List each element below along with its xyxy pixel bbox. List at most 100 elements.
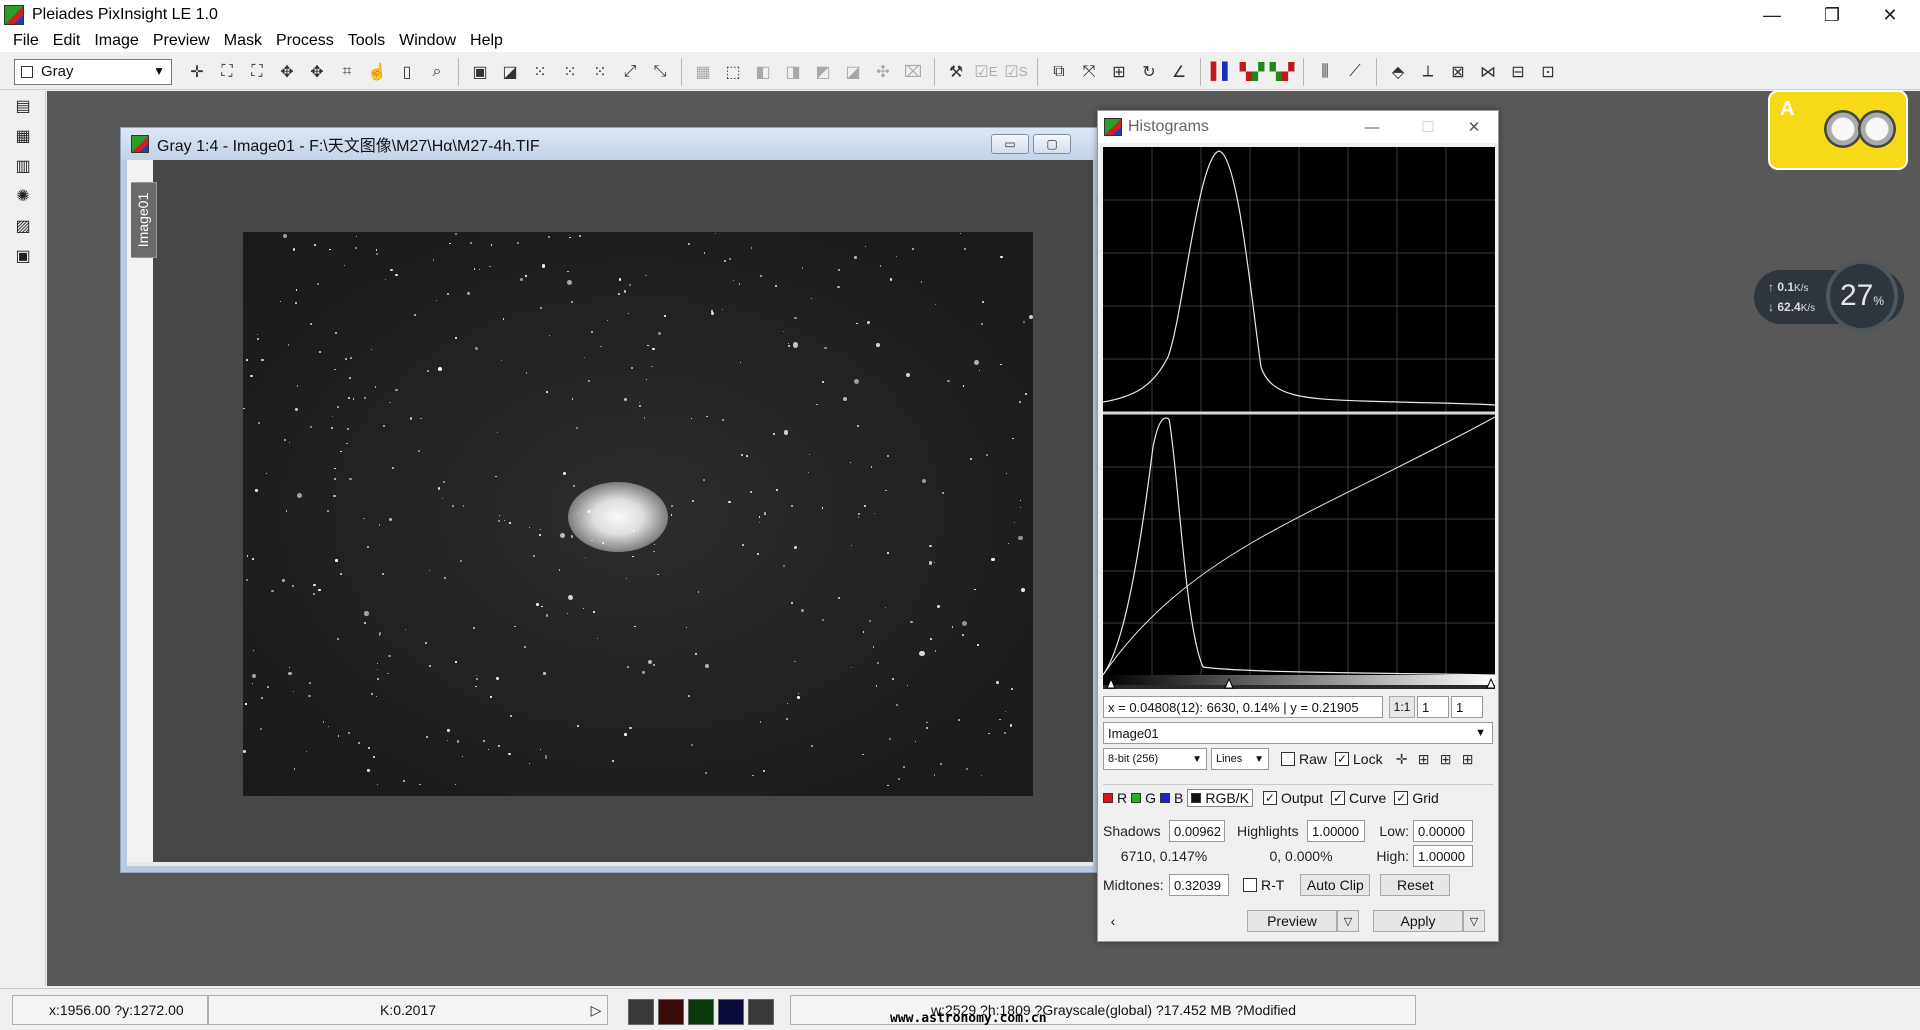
horizontal-zoom-field[interactable]: 1 (1417, 696, 1449, 718)
mode-e-icon[interactable]: ☑ E (973, 59, 999, 85)
stats-icon[interactable]: ⊟ (1505, 59, 1531, 85)
curve-checkbox[interactable]: ✓ Curve (1330, 790, 1386, 806)
lock-checkbox[interactable]: ✓ Lock (1335, 751, 1383, 767)
zoom-1-4-icon[interactable]: ⁙ (587, 59, 613, 85)
channel-g-button[interactable]: G (1131, 790, 1156, 806)
raw-checkbox[interactable]: Raw (1281, 751, 1327, 767)
histograms-window[interactable]: Histograms — ☐ ✕ x = 0.04808(12): 6630, … (1097, 110, 1499, 942)
mask-show-icon[interactable]: ◧ (750, 59, 776, 85)
histograms-close-button[interactable]: ✕ (1454, 115, 1494, 139)
menu-window[interactable]: Window (392, 30, 463, 52)
image-maximize-button[interactable]: ▢ (1033, 134, 1071, 154)
highlights-input[interactable]: 1.00000 (1307, 820, 1365, 842)
rgb-split-icon[interactable]: ▌ ▌ (1209, 59, 1235, 85)
histogram-panel-icon[interactable]: ▥ (0, 151, 46, 181)
rotate-icon[interactable]: ↻ (1136, 59, 1162, 85)
play-arrow-icon[interactable]: ▷ (584, 995, 608, 1025)
menu-preview[interactable]: Preview (146, 30, 217, 52)
histograms-titlebar[interactable]: Histograms — ☐ ✕ (1098, 111, 1498, 143)
mask-disable-icon[interactable]: ◪ (840, 59, 866, 85)
menu-mask[interactable]: Mask (217, 30, 269, 52)
menu-file[interactable]: File (6, 30, 46, 52)
mask-icon[interactable]: ▦ (690, 59, 716, 85)
preview-button[interactable]: Preview (1247, 910, 1337, 932)
rgb-combine-icon[interactable]: ▚ ▞ (1239, 59, 1265, 85)
view-id-tab[interactable]: Image01 (131, 182, 157, 258)
fit-view-icon[interactable]: ◪ (497, 59, 523, 85)
noise-reduction-icon[interactable]: ⊠ (1445, 59, 1471, 85)
shadows-input[interactable]: 0.00962 (1169, 820, 1225, 842)
mask-remove-icon[interactable]: ⌧ (900, 59, 926, 85)
crosshair-mode-icon[interactable]: ✛ (1393, 746, 1411, 772)
rgb-channels-icon[interactable]: ▚ ▞ (1269, 59, 1295, 85)
output-checkbox[interactable]: ✓ Output (1262, 790, 1323, 806)
crop-icon[interactable]: ⌗ (334, 59, 360, 85)
graph-style-select[interactable]: Lines ▼ (1211, 748, 1269, 770)
histograms-maximize-button[interactable]: ☐ (1408, 115, 1448, 139)
high-input[interactable]: 1.00000 (1413, 845, 1473, 867)
view-explorer-icon[interactable]: ▦ (0, 121, 46, 151)
transform-icon[interactable]: ⤧ (1076, 59, 1102, 85)
process-explorer-icon[interactable]: ▤ (0, 91, 46, 121)
zoom-out-icon[interactable]: ⛶ (244, 59, 270, 85)
new-preview-icon[interactable]: ▯ (394, 59, 420, 85)
resample-icon[interactable]: ⊞ (1106, 59, 1132, 85)
menu-tools[interactable]: Tools (341, 30, 392, 52)
star-mask-icon[interactable]: ⟂ (1415, 59, 1441, 85)
collapse-arrow-icon[interactable]: ‹ (1103, 910, 1123, 932)
zoom-in-icon[interactable]: ⛶ (214, 59, 240, 85)
apply-button[interactable]: Apply (1373, 910, 1463, 932)
vertical-zoom-field[interactable]: 1 (1451, 696, 1483, 718)
console-panel-icon[interactable]: ▣ (0, 241, 46, 271)
readout-panel-icon[interactable]: ✺ (0, 181, 46, 211)
mode-s-icon[interactable]: ☑ S (1003, 59, 1029, 85)
realtime-checkbox[interactable]: R-T (1243, 877, 1284, 893)
execute-icon[interactable]: ⚒ (943, 59, 969, 85)
apply-dropdown-icon[interactable]: ▽ (1463, 910, 1485, 932)
view-selector[interactable]: Gray ▼ (14, 58, 172, 85)
menu-help[interactable]: Help (463, 30, 510, 52)
process-console-icon[interactable]: ⊡ (1535, 59, 1561, 85)
close-button[interactable]: ✕ (1862, 0, 1918, 30)
grid-1-icon[interactable]: ⊞ (1415, 746, 1433, 772)
deconvolution-icon[interactable]: ⋈ (1475, 59, 1501, 85)
angle-icon[interactable]: ∠ (1166, 59, 1192, 85)
cpu-usage-ring[interactable]: 27% (1826, 260, 1898, 332)
low-input[interactable]: 0.00000 (1413, 820, 1473, 842)
histogram-view-select[interactable]: Image01 ▼ (1103, 722, 1493, 744)
mask-select-icon[interactable]: ✣ (870, 59, 896, 85)
minion-widget[interactable]: A (1768, 90, 1908, 170)
history-panel-icon[interactable]: ▨ (0, 211, 46, 241)
restore-button[interactable]: ❐ (1804, 0, 1860, 30)
grid-3-icon[interactable]: ⊞ (1459, 746, 1477, 772)
astro-image[interactable] (243, 232, 1033, 796)
reset-button[interactable]: Reset (1380, 874, 1451, 896)
mask-invert-icon[interactable]: ◨ (780, 59, 806, 85)
channel-rgbk-button[interactable]: RGB/K (1187, 788, 1253, 807)
histograms-minimize-button[interactable]: — (1352, 115, 1392, 139)
resolution-select[interactable]: 8-bit (256) ▼ (1103, 748, 1207, 770)
zoom-1-2-icon[interactable]: ⁙ (557, 59, 583, 85)
pan-icon[interactable]: ✥ (274, 59, 300, 85)
zoom-fit-icon[interactable]: ⤢ (617, 59, 643, 85)
crosshair-icon[interactable]: ✛ (184, 59, 210, 85)
image-minimize-button[interactable]: ▭ (991, 134, 1029, 154)
select-icon[interactable]: ⬚ (720, 59, 746, 85)
image-viewport[interactable]: Image01 (127, 160, 1093, 866)
mask-enable-icon[interactable]: ◩ (810, 59, 836, 85)
grid-2-icon[interactable]: ⊞ (1437, 746, 1455, 772)
histogram-plot[interactable] (1103, 147, 1495, 689)
readout-icon[interactable]: ☝ (364, 59, 390, 85)
grid-checkbox[interactable]: ✓ Grid (1394, 790, 1439, 806)
channel-b-button[interactable]: B (1160, 790, 1183, 806)
channel-r-button[interactable]: R (1103, 790, 1127, 806)
auto-clip-button[interactable]: Auto Clip (1300, 874, 1371, 896)
midtones-input[interactable]: 0.32039 (1169, 874, 1229, 896)
fit-window-icon[interactable]: ▣ (467, 59, 493, 85)
zoom-1-1-icon[interactable]: ⁙ (527, 59, 553, 85)
histogram-icon[interactable]: ⫼ (1312, 59, 1338, 85)
menu-process[interactable]: Process (269, 30, 341, 52)
zoom-full-icon[interactable]: ⤡ (647, 59, 673, 85)
curves-icon[interactable]: ⟋ (1342, 59, 1368, 85)
image-window[interactable]: Gray 1:4 - Image01 - F:\天文图像\M27\Hα\M27-… (120, 127, 1098, 873)
